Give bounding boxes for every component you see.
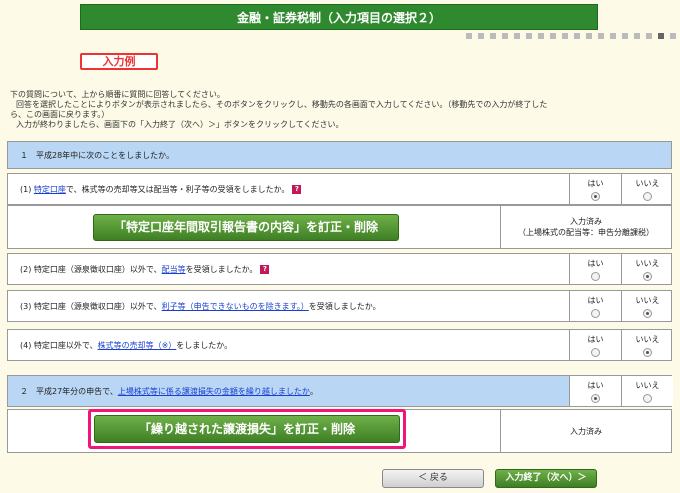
step-dot <box>466 33 472 39</box>
q1-number: (1) <box>20 184 32 194</box>
q1-yes-option[interactable]: はい <box>569 174 621 204</box>
s2-yes-radio[interactable] <box>591 393 600 403</box>
joto-sonshitsu-link[interactable]: 上場株式等に係る譲渡損失の金額を繰り越しましたか <box>118 386 310 397</box>
s2-no-radio[interactable] <box>643 393 652 403</box>
q3-no-radio[interactable] <box>643 308 652 318</box>
page-header: 金融・証券税制（入力項目の選択２） <box>80 4 598 30</box>
q1-yes-radio[interactable] <box>591 191 600 201</box>
section1-header: １ 平成28年中に次のことをしましたか。 <box>7 141 672 169</box>
instructions: 下の質問について、上から順番に質問に回答してください。 回答を選択したことにより… <box>10 90 670 130</box>
s2-action-row: 「繰り越された譲渡損失」を訂正・削除 入力済み <box>7 409 672 453</box>
q2-no-option[interactable]: いいえ <box>621 254 673 284</box>
edit-carried-loss-button[interactable]: 「繰り越された譲渡損失」を訂正・削除 <box>94 415 400 443</box>
step-dot <box>478 33 484 39</box>
step-dot <box>562 33 568 39</box>
edit-tokutei-report-button[interactable]: 「特定口座年間取引報告書の内容」を訂正・削除 <box>93 214 399 241</box>
s2-no-option[interactable]: いいえ <box>621 376 673 406</box>
q3-yes-radio[interactable] <box>591 308 600 318</box>
instruction-line: 入力が終わりましたら、画面下の「入力終了（次へ）＞」ボタンをクリックしてください… <box>16 120 344 129</box>
q1-no-option[interactable]: いいえ <box>621 174 673 204</box>
progress-steps <box>80 30 676 42</box>
q4-yes-option[interactable]: はい <box>569 330 621 360</box>
step-dot <box>586 33 592 39</box>
back-button[interactable]: ＜ 戻る <box>382 469 484 488</box>
q2-yes-radio[interactable] <box>591 271 600 281</box>
instruction-line: 回答を選択したことによりボタンが表示されましたら、そのボタンをクリックし、移動先… <box>16 100 548 109</box>
q1-status: 入力済み （上場株式の配当等：申告分離課税） <box>500 206 671 248</box>
step-dot <box>526 33 532 39</box>
q4-no-radio[interactable] <box>643 347 652 357</box>
instruction-line: ら、この画面に戻ります。） <box>10 110 110 119</box>
step-dot <box>502 33 508 39</box>
step-dot-current <box>658 33 664 39</box>
step-dot <box>550 33 556 39</box>
instruction-line: 下の質問について、上から順番に質問に回答してください。 <box>10 90 225 99</box>
help-icon[interactable]: ? <box>260 264 270 274</box>
haito-link[interactable]: 配当等 <box>162 264 186 275</box>
question-row-3: (3) 特定口座（源泉徴収口座）以外で、 利子等（申告できないものを除きます。）… <box>7 290 672 322</box>
question-row-1: (1) 特定口座 で、株式等の売却等又は配当等・利子等の受領をしましたか。 ? … <box>7 173 672 205</box>
s2-yes-option[interactable]: はい <box>569 376 621 406</box>
baikyaku-link[interactable]: 株式等の売却等（※） <box>98 340 177 351</box>
step-dot <box>514 33 520 39</box>
q3-yes-option[interactable]: はい <box>569 291 621 321</box>
page-title: 金融・証券税制（入力項目の選択２） <box>236 11 441 25</box>
step-dot <box>490 33 496 39</box>
q2-no-radio[interactable] <box>643 271 652 281</box>
q1-action-row: 「特定口座年間取引報告書の内容」を訂正・削除 入力済み （上場株式の配当等：申告… <box>7 205 672 249</box>
step-dot <box>622 33 628 39</box>
q2-yes-option[interactable]: はい <box>569 254 621 284</box>
example-badge: 入力例 <box>80 53 158 70</box>
q1-no-radio[interactable] <box>643 191 652 201</box>
q4-no-option[interactable]: いいえ <box>621 330 673 360</box>
step-dot <box>574 33 580 39</box>
step-dot <box>538 33 544 39</box>
question-row-2: (2) 特定口座（源泉徴収口座）以外で、 配当等 を受領しましたか。 ? はい … <box>7 253 672 285</box>
q4-yes-radio[interactable] <box>591 347 600 357</box>
step-dot <box>670 33 676 39</box>
rishi-link[interactable]: 利子等（申告できないものを除きます。） <box>162 301 309 312</box>
question-row-4: (4) 特定口座以外で、 株式等の売却等（※） をしましたか。 はい いいえ <box>7 329 672 361</box>
section1-title: １ 平成28年中に次のことをしましたか。 <box>20 150 175 160</box>
tokutei-koza-link[interactable]: 特定口座 <box>34 184 66 195</box>
step-dot <box>634 33 640 39</box>
s2-status: 入力済み <box>500 410 671 452</box>
section2-row: ２ 平成27年分の申告で、 上場株式等に係る譲渡損失の金額を繰り越しましたか 。… <box>7 375 673 407</box>
help-icon[interactable]: ? <box>292 184 302 194</box>
step-dot <box>610 33 616 39</box>
finish-next-button[interactable]: 入力終了（次へ）＞ <box>495 469 597 488</box>
q3-no-option[interactable]: いいえ <box>621 291 673 321</box>
q1-text: で、株式等の売却等又は配当等・利子等の受領をしましたか。 <box>65 184 290 194</box>
step-dot <box>598 33 604 39</box>
step-dot <box>646 33 652 39</box>
